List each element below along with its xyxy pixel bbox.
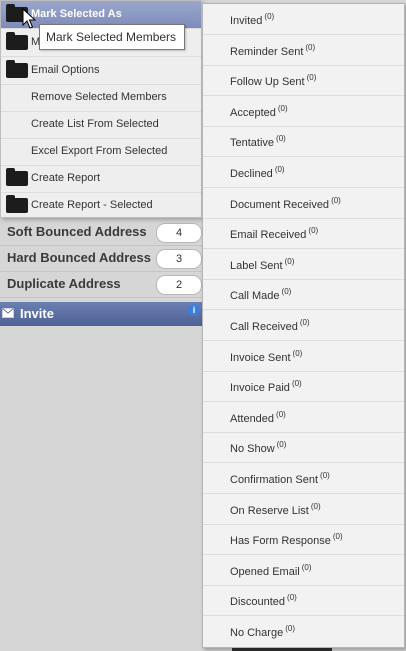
status-item-invoice-sent[interactable]: Invoice Sent (0)	[203, 341, 404, 372]
row-label: Duplicate Address	[7, 276, 121, 291]
status-label: Attended (0)	[230, 409, 286, 425]
folder-icon	[6, 195, 28, 213]
status-item-confirmation-sent[interactable]: Confirmation Sent (0)	[203, 463, 404, 494]
status-label: Declined (0)	[230, 165, 285, 181]
menu-item-create-report[interactable]: Create Report	[1, 165, 201, 193]
count-badge: 4	[156, 223, 202, 243]
envelope-icon	[2, 308, 14, 318]
status-label: Invited (0)	[230, 12, 275, 28]
list-row-hard-bounced[interactable]: Hard Bounced Address 3	[0, 246, 205, 272]
list-row-soft-bounced[interactable]: Soft Bounced Address 4	[0, 220, 205, 246]
mark-status-submenu: Invited (0) Reminder Sent (0) Follow Up Se…	[202, 3, 405, 648]
status-label: No Charge (0)	[230, 624, 295, 640]
status-item-discounted[interactable]: Discounted (0)	[203, 585, 404, 617]
tooltip: Mark Selected Members	[39, 24, 185, 50]
status-label: Discounted (0)	[230, 593, 297, 609]
status-item-email-received[interactable]: Email Received (0)	[203, 218, 404, 250]
menu-item-excel-export-from-selected[interactable]: Excel Export From Selected	[1, 138, 201, 166]
folder-icon	[6, 60, 28, 78]
row-label: Soft Bounced Address	[7, 224, 147, 239]
count-badge: 3	[156, 249, 202, 269]
status-label: Invoice Paid (0)	[230, 379, 302, 395]
status-label: Reminder Sent (0)	[230, 42, 316, 58]
menu-item-label: Create Report - Selected	[31, 199, 153, 211]
status-item-on-reserve-list[interactable]: On Reserve List (0)	[203, 494, 404, 525]
status-label: Follow Up Sent (0)	[230, 73, 317, 89]
menu-item-label: Email Options	[31, 64, 100, 76]
status-item-invoice-paid[interactable]: Invoice Paid (0)	[203, 371, 404, 403]
menu-item-label: Create List From Selected	[31, 118, 159, 130]
status-label: Invoice Sent (0)	[230, 348, 303, 364]
status-label: Has Form Response (0)	[230, 532, 343, 548]
status-item-tentative[interactable]: Tentative (0)	[203, 126, 404, 158]
info-icon[interactable]: i	[188, 304, 200, 316]
status-label: Confirmation Sent (0)	[230, 471, 330, 487]
status-item-invited[interactable]: Invited (0)	[203, 4, 404, 35]
invite-label: Invite	[20, 306, 54, 321]
menu-item-label: Excel Export From Selected	[31, 145, 168, 157]
status-item-no-charge[interactable]: No Charge (0)	[203, 616, 404, 646]
status-label: Opened Email (0)	[230, 562, 312, 578]
status-label: Tentative (0)	[230, 134, 286, 150]
status-item-call-made[interactable]: Call Made (0)	[203, 279, 404, 311]
status-item-follow-up-sent[interactable]: Follow Up Sent (0)	[203, 65, 404, 97]
status-label: No Show (0)	[230, 440, 287, 456]
folder-icon	[6, 168, 28, 186]
row-label: Hard Bounced Address	[7, 250, 151, 265]
status-item-has-form-response[interactable]: Has Form Response (0)	[203, 524, 404, 556]
status-label: Accepted (0)	[230, 103, 288, 119]
menu-item-label: Remove Selected Members	[31, 91, 167, 103]
mouse-pointer-icon	[22, 8, 36, 29]
menu-item-label: Mark Selected As	[31, 8, 122, 20]
status-label: On Reserve List (0)	[230, 501, 321, 517]
menu-item-create-list-from-selected[interactable]: Create List From Selected	[1, 111, 201, 139]
status-item-opened-email[interactable]: Opened Email (0)	[203, 555, 404, 586]
status-item-document-received[interactable]: Document Received (0)	[203, 188, 404, 219]
status-item-reminder-sent[interactable]: Reminder Sent (0)	[203, 35, 404, 66]
status-label: Call Received (0)	[230, 318, 310, 334]
status-label: Call Made (0)	[230, 287, 292, 303]
status-item-no-show[interactable]: No Show (0)	[203, 432, 404, 464]
status-label: Document Received (0)	[230, 195, 341, 211]
status-item-accepted[interactable]: Accepted (0)	[203, 96, 404, 127]
status-item-attended[interactable]: Attended (0)	[203, 402, 404, 433]
invite-section-header[interactable]: Invite i	[0, 302, 205, 326]
status-item-declined[interactable]: Declined (0)	[203, 157, 404, 188]
count-badge: 2	[156, 275, 202, 295]
status-item-label-sent[interactable]: Label Sent (0)	[203, 249, 404, 280]
status-label: Email Received (0)	[230, 226, 319, 242]
menu-item-create-report-selected[interactable]: Create Report - Selected	[1, 192, 201, 219]
folder-icon	[6, 32, 28, 50]
menu-item-remove-selected-members[interactable]: Remove Selected Members	[1, 84, 201, 112]
status-item-call-received[interactable]: Call Received (0)	[203, 310, 404, 341]
list-row-duplicate[interactable]: Duplicate Address 2	[0, 272, 205, 298]
menu-item-label: Create Report	[31, 172, 101, 184]
menu-item-email-options[interactable]: Email Options	[1, 57, 201, 85]
status-label: Label Sent (0)	[230, 256, 295, 272]
